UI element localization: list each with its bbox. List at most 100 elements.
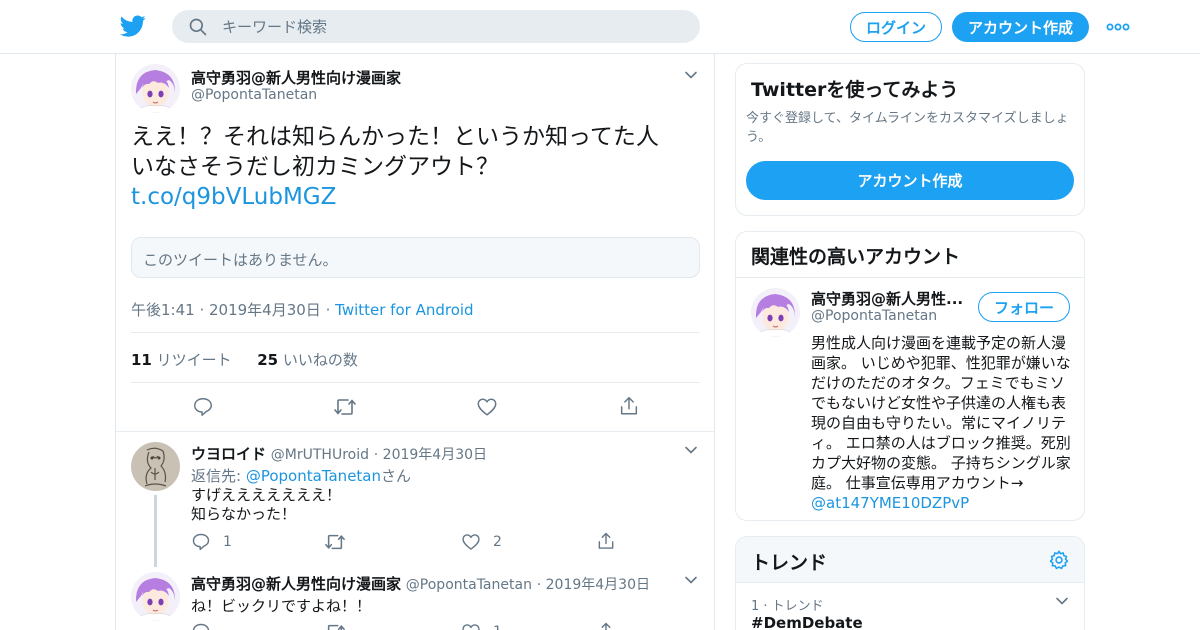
avatar[interactable] [131, 64, 180, 113]
related-account-item: 高守勇羽@新人男性... @PopontaTanetan フォロー 男性成人向け… [736, 278, 1084, 520]
reply-icon [192, 533, 210, 551]
share-icon[interactable] [596, 531, 616, 551]
bio-line: カプ大好物の変態。 子持ちシングル家 [811, 454, 1071, 472]
like-count: 1 [493, 624, 502, 630]
reply-text-line: 知らなかった！ [191, 505, 297, 523]
reply-text-line: ね！ビックリですよね！！ [191, 597, 372, 615]
retweet-count: 11 [131, 351, 152, 369]
like-action[interactable]: 1 [461, 622, 502, 630]
like-count: 2 [493, 534, 502, 550]
retweet-stat[interactable]: 11 リツイート [131, 351, 236, 369]
quoted-tweet-unavailable: このツイートはありません。 [131, 237, 700, 278]
anime-avatar-image [131, 572, 180, 621]
bio-line: だけのただのオタク。フェミでもミソ [811, 374, 1065, 392]
retweet-icon[interactable] [333, 396, 357, 418]
quoted-tweet-message: このツイートはありません。 [143, 251, 338, 269]
bio-line: ィ。 エロ禁の人はブロック推奨。死別 [811, 434, 1071, 452]
bio-link[interactable]: @at147YME10DZPvP [811, 493, 1071, 513]
related-account-bio: 男性成人向け漫画を連載予定の新人漫 画家。 いじめや犯罪、性犯罪が嫌いな だけの… [811, 333, 1071, 513]
tweet-link[interactable]: t.co/q9bVLubMGZ [131, 182, 659, 212]
divider [131, 332, 700, 333]
chevron-down-icon[interactable] [1054, 593, 1070, 609]
reply-icon[interactable] [191, 622, 211, 630]
tweet-client[interactable]: Twitter for Android [335, 301, 473, 319]
trend-name: #DemDebate [751, 614, 863, 630]
related-account-name[interactable]: 高守勇羽@新人男性... [811, 288, 963, 309]
tweet-text-line: ええ！？それは知らんかった！というか知ってた人 [131, 124, 659, 150]
related-card-title: 関連性の高いアカウント [751, 246, 961, 268]
avatar[interactable] [131, 442, 180, 491]
like-count: 25 [257, 351, 279, 369]
bio-line: 現の自由も守りたい。常にマイノリテ [811, 414, 1067, 432]
signup-desc-line: 今すぐ登録して、タイムラインをカスタマイズしましょ [746, 111, 1069, 126]
divider [131, 382, 700, 383]
reply-author-handle[interactable]: @MrUTHUroid [271, 447, 369, 463]
search-input[interactable] [222, 10, 682, 43]
tweet-timeline: 高守勇羽@新人男性向け漫画家 @PopontaTanetan ええ！？それは知ら… [115, 54, 715, 630]
retweet-label: リツイート [156, 351, 232, 369]
reply-to-handle[interactable]: @PopontaTanetan [246, 467, 381, 485]
related-account-handle[interactable]: @PopontaTanetan [811, 308, 937, 324]
retweet-icon[interactable] [324, 532, 346, 552]
bio-line: でもないけど女性や子供達の人権も表 [811, 394, 1067, 412]
reply-date[interactable]: · 2019年4月30日 [374, 447, 487, 463]
reply-to-line: 返信先: @PopontaTanetanさん [191, 465, 411, 486]
reply-count: 1 [223, 534, 232, 550]
reply-icon[interactable] [192, 396, 214, 418]
trends-title: トレンド [751, 552, 828, 574]
tweet-timestamp[interactable]: 午後1:41 · 2019年4月30日 [131, 301, 321, 319]
divider [116, 431, 714, 432]
bio-line: 庭。 仕事宣伝専用アカウント→ [811, 474, 1024, 492]
trend-meta: 1 · トレンド [751, 599, 824, 614]
reply-date[interactable]: · 2019年4月30日 [537, 577, 650, 593]
search-icon [189, 18, 207, 36]
chevron-down-icon[interactable] [683, 67, 699, 83]
tweet-stats: 11 リツイート 25 いいねの数 [131, 349, 358, 370]
like-icon [462, 624, 480, 630]
reply-author-handle[interactable]: @PopontaTanetan [406, 577, 532, 593]
signup-card-button[interactable]: アカウント作成 [746, 161, 1074, 200]
login-button[interactable]: ログイン [850, 12, 942, 42]
reply-text-line: すげえええええええ！ [191, 486, 342, 504]
avatar[interactable] [751, 288, 800, 337]
retweet-icon[interactable] [324, 622, 346, 630]
signup-button[interactable]: アカウント作成 [952, 12, 1089, 42]
anime-avatar-image [131, 64, 180, 113]
like-action[interactable]: 2 [461, 532, 502, 552]
reply-text: すげえええええええ！ 知らなかった！ [191, 486, 341, 524]
like-stat[interactable]: 25 いいねの数 [257, 351, 358, 369]
share-icon[interactable] [596, 621, 616, 630]
tweet-metadata: 午後1:41 · 2019年4月30日 · Twitter for Androi… [131, 299, 474, 320]
reply-header: 高守勇羽@新人男性向け漫画家 @PopontaTanetan · 2019年4月… [191, 573, 650, 594]
reply-action[interactable]: 1 [191, 532, 232, 552]
trend-item[interactable]: 1 · トレンド #DemDebate [736, 583, 1084, 630]
more-dots-icon[interactable] [1106, 18, 1130, 36]
gear-icon[interactable] [1048, 549, 1070, 571]
like-label: いいねの数 [282, 351, 358, 369]
tweet-author-handle[interactable]: @PopontaTanetan [191, 87, 317, 103]
tweet-text-line: いなさそうだし初カミングアウト？ [131, 154, 499, 180]
twitter-bird-icon[interactable] [120, 13, 146, 39]
signup-card-description: 今すぐ登録して、タイムラインをカスタマイズしましょ う。 [746, 109, 1069, 147]
follow-button[interactable]: フォロー [978, 292, 1070, 322]
reply-to-suffix: さん [381, 467, 412, 485]
reply-author-name[interactable]: 高守勇羽@新人男性向け漫画家 [191, 575, 401, 593]
tweet-author-name[interactable]: 高守勇羽@新人男性向け漫画家 [191, 67, 401, 88]
metadata-separator: · [325, 301, 331, 319]
reply-author-name[interactable]: ウヨロイド [191, 445, 266, 463]
signup-card: Twitterを使ってみよう 今すぐ登録して、タイムラインをカスタマイズしましょ… [735, 63, 1085, 216]
tweet-text: ええ！？それは知らんかった！というか知ってた人 いなさそうだし初カミングアウト？… [131, 122, 659, 212]
reply-text: ね！ビックリですよね！！ [191, 595, 371, 616]
chevron-down-icon[interactable] [683, 442, 699, 458]
reply-header: ウヨロイド @MrUTHUroid · 2019年4月30日 [191, 443, 487, 464]
trends-card: トレンド 1 · トレンド #DemDebate [735, 536, 1085, 630]
related-accounts-card: 関連性の高いアカウント 高守勇羽@新人男性... @PopontaTanetan… [735, 231, 1085, 521]
top-navigation-bar: ログイン アカウント作成 [0, 0, 1200, 54]
share-icon[interactable] [618, 395, 640, 417]
reply-to-prefix: 返信先: [191, 467, 242, 485]
search-box[interactable] [172, 10, 700, 43]
avatar[interactable] [131, 572, 180, 621]
bio-line: 男性成人向け漫画を連載予定の新人漫 [811, 334, 1067, 352]
chevron-down-icon[interactable] [683, 572, 699, 588]
like-icon[interactable] [476, 396, 498, 418]
